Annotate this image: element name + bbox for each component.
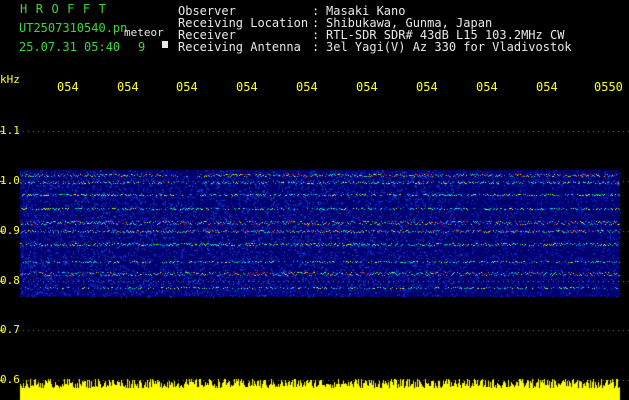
filename: UT2507310540.pn: [19, 21, 128, 35]
x-tick-1: 054: [57, 80, 79, 94]
y-tick-0-8: 0.8: [0, 274, 20, 287]
antenna-label: Receiving Antenna: [178, 40, 301, 54]
antenna-value: 3el Yagi(V) Az 330 for Vladivostok: [326, 40, 572, 54]
y-tick-0-9: 0.9: [0, 224, 20, 237]
y-tick-0-7: 0.7: [0, 323, 20, 336]
x-tick-6: 054: [356, 80, 378, 94]
x-tick-8: 054: [476, 80, 498, 94]
x-tick-4: 054: [236, 80, 258, 94]
axis-unit: kHz: [0, 73, 20, 86]
datetime: 25.07.31 05:40: [19, 40, 121, 54]
y-tick-0-6: 0.6: [0, 373, 20, 386]
program-title: HROFFT: [20, 2, 115, 16]
spectrogram-canvas: [0, 0, 629, 400]
x-tick-3: 054: [176, 80, 198, 94]
x-tick-5: 054: [296, 80, 318, 94]
x-tick-7: 054: [416, 80, 438, 94]
cursor-marker: [162, 41, 168, 48]
y-tick-1-0: 1.0: [0, 174, 20, 187]
x-tick-10: 0550: [594, 80, 623, 94]
file-type: meteor: [124, 26, 164, 39]
x-tick-2: 054: [117, 80, 139, 94]
sep-4: :: [312, 40, 320, 54]
count: 9: [138, 40, 146, 54]
y-tick-1-1: 1.1: [0, 124, 20, 137]
x-tick-9: 054: [536, 80, 558, 94]
